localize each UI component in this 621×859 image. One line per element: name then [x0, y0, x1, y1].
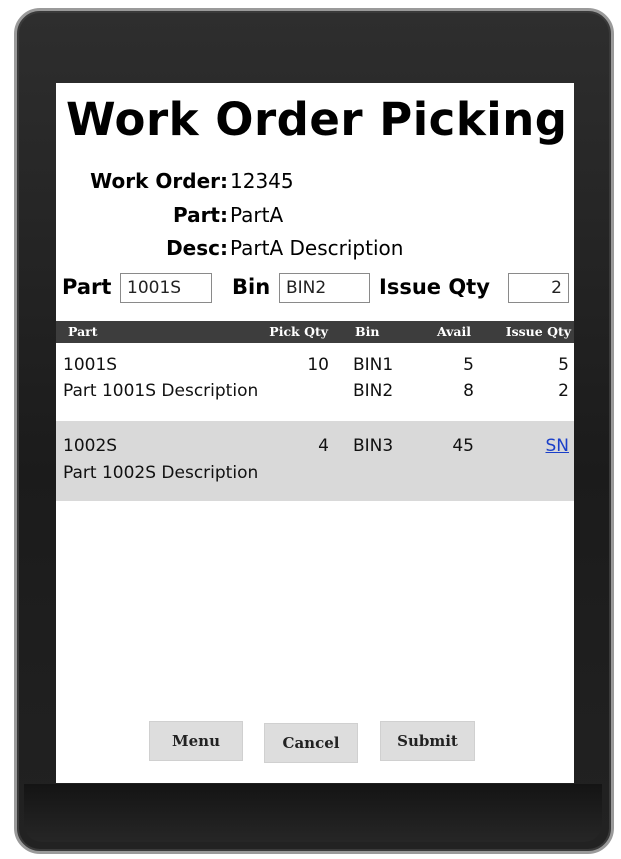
issue-qty-field-label: Issue Qty: [379, 275, 490, 299]
desc-label: Desc:: [166, 236, 228, 260]
header-avail: Avail: [436, 324, 471, 339]
row-avail: 8: [463, 381, 474, 401]
app-screen: Work Order Picking Work Order: 12345 Par…: [56, 83, 574, 783]
header-part: Part: [68, 324, 98, 339]
row-pick-qty: 4: [318, 436, 329, 456]
row-pick-qty: 10: [307, 355, 329, 375]
part-input[interactable]: [120, 273, 212, 303]
page-title: Work Order Picking: [66, 93, 568, 146]
header-issue-qty: Issue Qty: [505, 324, 571, 339]
row-issue-qty: 2: [558, 381, 569, 401]
bin-field-label: Bin: [232, 275, 271, 299]
row-avail: 45: [452, 436, 474, 456]
row-part: 1001S: [63, 355, 118, 375]
desc-value: PartA Description: [230, 236, 404, 260]
row-issue-qty: 5: [558, 355, 569, 375]
grid-header: Part Pick Qty Bin Avail Issue Qty: [56, 321, 574, 343]
scan-fields-row: Part Bin Issue Qty: [56, 271, 574, 309]
tablet-bezel-bottom: [24, 784, 602, 842]
row-part: 1002S: [63, 436, 118, 456]
row-bin: BIN1: [353, 355, 394, 375]
header-pick-qty: Pick Qty: [269, 324, 328, 339]
bin-input[interactable]: [279, 273, 370, 303]
part-field-label: Part: [62, 275, 112, 299]
part-label: Part:: [172, 203, 228, 227]
menu-button[interactable]: Menu: [149, 721, 243, 761]
work-order-label: Work Order:: [90, 169, 228, 193]
part-info-row: Part: PartA: [56, 203, 574, 231]
cancel-button[interactable]: Cancel: [264, 723, 358, 763]
desc-info-row: Desc: PartA Description: [56, 236, 574, 264]
issue-qty-input[interactable]: [508, 273, 569, 303]
serial-number-link[interactable]: SN: [545, 436, 569, 456]
row-description: Part 1002S Description: [63, 463, 259, 483]
row-description: Part 1001S Description: [63, 381, 259, 401]
row-bin: BIN2: [353, 381, 394, 401]
table-row[interactable]: 1002S Part 1002S Description 4 BIN3 45 S…: [56, 421, 574, 501]
submit-button[interactable]: Submit: [380, 721, 475, 761]
work-order-info-row: Work Order: 12345: [56, 169, 574, 197]
work-order-value: 12345: [230, 169, 294, 193]
header-bin: Bin: [355, 324, 380, 339]
table-row[interactable]: 1001S Part 1001S Description 10 BIN1 5 5…: [56, 343, 574, 421]
row-bin: BIN3: [353, 436, 394, 456]
row-avail: 5: [463, 355, 474, 375]
part-value: PartA: [230, 203, 284, 227]
